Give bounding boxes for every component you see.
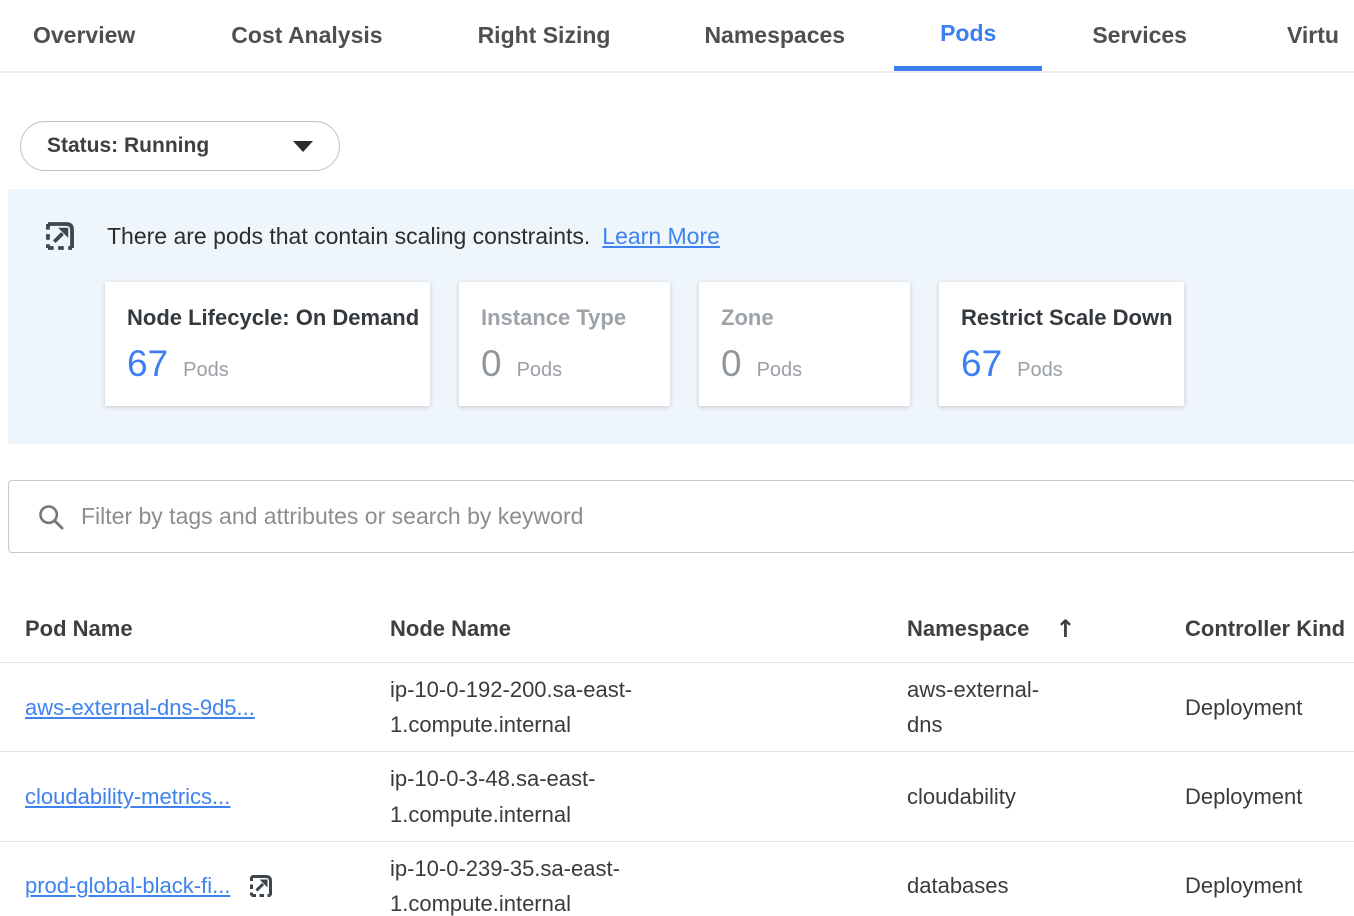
namespace-cell: databases (907, 868, 1067, 903)
table-header-row: Pod Name Node Name Namespace ↑ Controlle… (0, 595, 1354, 663)
learn-more-link[interactable]: Learn More (602, 223, 720, 250)
sort-asc-icon[interactable]: ↑ (1055, 615, 1075, 643)
card-unit: Pods (183, 359, 229, 382)
scale-out-icon (246, 871, 276, 901)
card-value: 0 (481, 343, 502, 385)
card-unit: Pods (757, 359, 803, 382)
pod-name-link[interactable]: cloudability-metrics... (25, 779, 230, 814)
card-unit: Pods (1017, 359, 1063, 382)
tab-right-sizing[interactable]: Right Sizing (478, 0, 611, 71)
search-icon (37, 503, 65, 531)
card-title: Restrict Scale Down (961, 305, 1184, 331)
table-row: aws-external-dns-9d5... ip-10-0-192-200.… (0, 663, 1354, 752)
card-node-lifecycle[interactable]: Node Lifecycle: On Demand 67 Pods (105, 282, 430, 406)
tab-services[interactable]: Services (1092, 0, 1187, 71)
node-name-cell: ip-10-0-192-200.sa-east-1.compute.intern… (390, 672, 662, 742)
pod-name-link[interactable]: aws-external-dns-9d5... (25, 690, 255, 725)
filter-search-box (8, 480, 1354, 553)
card-instance-type[interactable]: Instance Type 0 Pods (459, 282, 670, 406)
search-input[interactable] (81, 503, 1337, 530)
column-header-pod-name[interactable]: Pod Name (25, 616, 390, 642)
card-title: Node Lifecycle: On Demand (127, 305, 430, 331)
controller-kind-cell: Deployment (1185, 868, 1354, 903)
tab-pods[interactable]: Pods (894, 0, 1042, 71)
chevron-down-icon (293, 141, 313, 152)
status-filter-dropdown[interactable]: Status: Running (20, 121, 340, 171)
column-header-controller-kind[interactable]: Controller Kind (1185, 616, 1354, 642)
column-header-node-name[interactable]: Node Name (390, 616, 907, 642)
node-name-cell: ip-10-0-3-48.sa-east-1.compute.internal (390, 761, 662, 831)
card-title: Zone (721, 305, 910, 331)
scaling-constraints-banner: There are pods that contain scaling cons… (8, 189, 1354, 444)
card-value: 67 (961, 343, 1002, 385)
card-title: Instance Type (481, 305, 670, 331)
card-restrict-scale-down[interactable]: Restrict Scale Down 67 Pods (939, 282, 1184, 406)
pod-name-link[interactable]: prod-global-black-fi... (25, 868, 230, 903)
controller-kind-cell: Deployment (1185, 779, 1354, 814)
pods-table: Pod Name Node Name Namespace ↑ Controlle… (0, 595, 1354, 916)
namespace-cell: cloudability (907, 779, 1067, 814)
namespace-cell: aws-external-dns (907, 672, 1067, 742)
tab-cost-analysis[interactable]: Cost Analysis (231, 0, 382, 71)
table-row: prod-global-black-fi... ip-10-0-239-35.s… (0, 842, 1354, 916)
card-unit: Pods (517, 359, 563, 382)
tab-bar: Overview Cost Analysis Right Sizing Name… (0, 0, 1354, 73)
card-zone[interactable]: Zone 0 Pods (699, 282, 910, 406)
card-value: 0 (721, 343, 742, 385)
card-value: 67 (127, 343, 168, 385)
column-header-namespace[interactable]: Namespace ↑ (907, 615, 1185, 643)
tab-overview[interactable]: Overview (33, 0, 135, 71)
controller-kind-cell: Deployment (1185, 690, 1354, 725)
table-row: cloudability-metrics... ip-10-0-3-48.sa-… (0, 752, 1354, 841)
constraint-cards: Node Lifecycle: On Demand 67 Pods Instan… (105, 282, 1354, 406)
banner-message: There are pods that contain scaling cons… (107, 223, 590, 250)
status-filter-value: Status: Running (47, 134, 209, 158)
tab-virtual[interactable]: Virtu (1287, 0, 1339, 71)
tab-namespaces[interactable]: Namespaces (704, 0, 845, 71)
scale-out-icon (41, 217, 79, 255)
node-name-cell: ip-10-0-239-35.sa-east-1.compute.interna… (390, 851, 662, 916)
